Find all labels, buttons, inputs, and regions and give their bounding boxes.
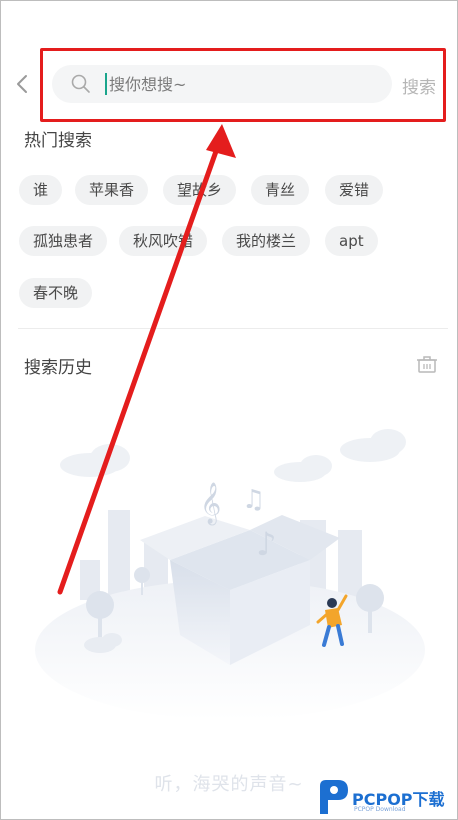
watermark-sub: PCPOP Download <box>354 806 406 813</box>
empty-history-illustration: 𝄞 ♫ ♪ <box>35 429 425 720</box>
hot-tag[interactable]: 谁 <box>19 175 63 205</box>
hot-search-title: 热门搜索 <box>24 131 92 151</box>
hot-tag[interactable]: 秋风吹错 <box>119 226 208 256</box>
section-divider <box>18 328 448 329</box>
annotation-highlight-box <box>40 48 446 122</box>
hot-tag[interactable]: 青丝 <box>251 175 310 205</box>
hot-tag[interactable]: 我的楼兰 <box>222 226 311 256</box>
svg-text:♪: ♪ <box>256 525 276 563</box>
hot-tag[interactable]: apt <box>325 226 378 256</box>
back-chevron-icon[interactable] <box>12 72 32 96</box>
svg-text:𝄞: 𝄞 <box>200 482 221 525</box>
trash-icon[interactable] <box>416 353 438 375</box>
hot-tag[interactable]: 望故乡 <box>163 175 237 205</box>
hot-tag[interactable]: 爱错 <box>325 175 384 205</box>
search-history-title: 搜索历史 <box>24 358 92 378</box>
svg-text:♫: ♫ <box>242 485 265 515</box>
hot-tag[interactable]: 孤独患者 <box>19 226 108 256</box>
hot-tag[interactable]: 苹果香 <box>75 175 149 205</box>
hot-tag[interactable]: 春不晚 <box>19 278 93 308</box>
